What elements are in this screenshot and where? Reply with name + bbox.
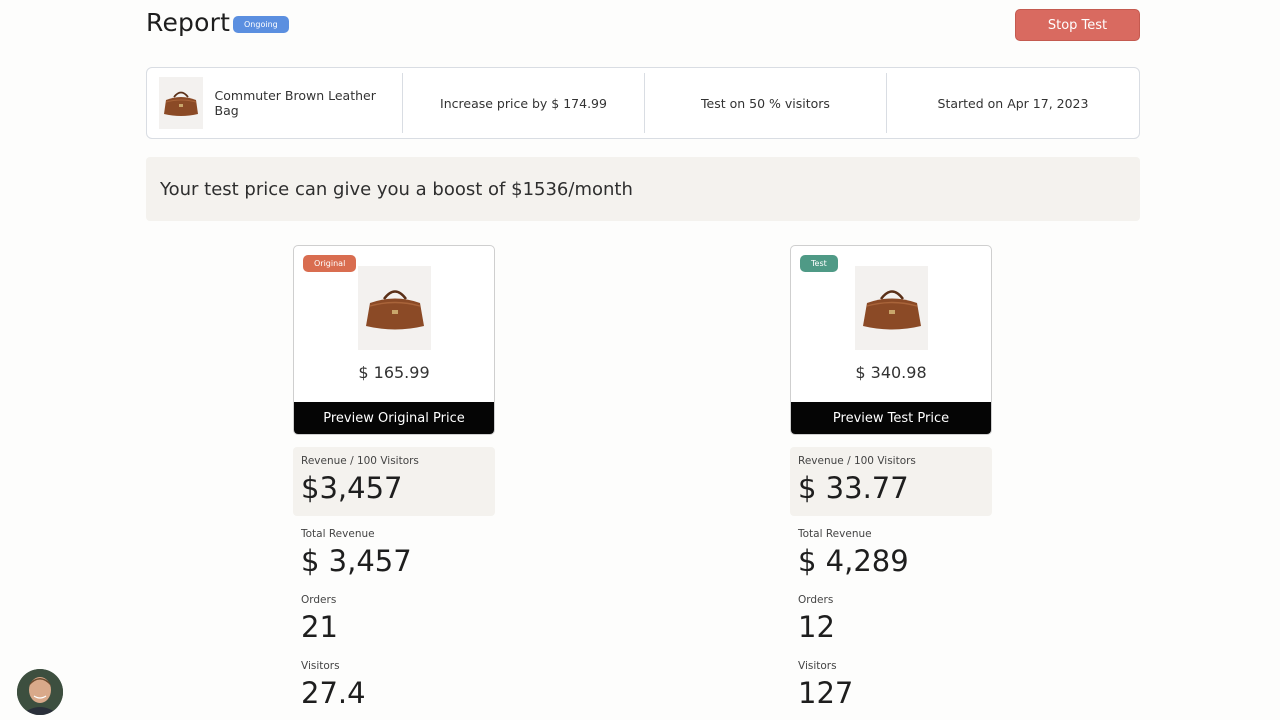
report-page: Report Ongoing Stop Test Commuter Brown …: [0, 0, 1280, 720]
preview-original-price-button[interactable]: Preview Original Price: [294, 402, 494, 434]
metric-label: Visitors: [798, 660, 837, 672]
test-product-image: [855, 266, 928, 350]
metric-label: Orders: [301, 594, 337, 606]
original-visitors: Visitors 27.4: [293, 660, 495, 710]
metric-value: $ 3,457: [301, 544, 412, 578]
summary-start-date: Started on Apr 17, 2023: [886, 73, 1139, 133]
preview-test-price-button[interactable]: Preview Test Price: [791, 402, 991, 434]
metric-label: Orders: [798, 594, 834, 606]
test-orders: Orders 12: [790, 594, 992, 644]
bag-icon: [163, 91, 198, 116]
summary-audience: Test on 50 % visitors: [644, 73, 886, 133]
summary-price-change: Increase price by $ 174.99: [402, 73, 644, 133]
test-visitors: Visitors 127: [790, 660, 992, 710]
metric-value: $ 33.77: [798, 471, 909, 505]
metric-value: 127: [798, 676, 854, 710]
original-tag: Original: [303, 255, 357, 272]
stop-test-button[interactable]: Stop Test: [1015, 9, 1140, 41]
metric-label: Total Revenue: [301, 528, 375, 540]
metric-label: Revenue / 100 Visitors: [301, 455, 419, 467]
metric-value: $ 4,289: [798, 544, 909, 578]
test-variant-column: Test $ 340.98 Preview Test Price Revenue…: [790, 245, 992, 710]
metric-value: 27.4: [301, 676, 366, 710]
test-total-revenue: Total Revenue $ 4,289: [790, 528, 992, 578]
original-product-image: [358, 266, 431, 350]
original-orders: Orders 21: [293, 594, 495, 644]
metric-label: Visitors: [301, 660, 340, 672]
bag-icon: [365, 290, 424, 330]
original-total-revenue: Total Revenue $ 3,457: [293, 528, 495, 578]
summary-product: Commuter Brown Leather Bag: [147, 73, 402, 133]
metric-value: $3,457: [301, 471, 403, 505]
status-badge: Ongoing: [233, 16, 289, 33]
test-price-card: Test $ 340.98 Preview Test Price: [790, 245, 992, 435]
original-price: $ 165.99: [358, 363, 430, 382]
test-tag: Test: [800, 255, 838, 272]
original-revenue-per-100: Revenue / 100 Visitors $3,457: [293, 447, 495, 516]
test-summary-card: Commuter Brown Leather Bag Increase pric…: [146, 67, 1140, 139]
page-title: Report: [146, 8, 231, 37]
product-thumbnail: [159, 77, 203, 129]
test-price: $ 340.98: [855, 363, 927, 382]
user-avatar[interactable]: [17, 669, 63, 715]
summary-product-name: Commuter Brown Leather Bag: [214, 88, 376, 118]
test-revenue-per-100: Revenue / 100 Visitors $ 33.77: [790, 447, 992, 516]
metric-label: Total Revenue: [798, 528, 872, 540]
original-price-card: Original $ 165.99 Preview Original Price: [293, 245, 495, 435]
metric-value: 21: [301, 610, 338, 644]
original-variant-column: Original $ 165.99 Preview Original Price…: [293, 245, 495, 710]
boost-banner: Your test price can give you a boost of …: [146, 157, 1140, 221]
metric-value: 12: [798, 610, 835, 644]
bag-icon: [862, 290, 921, 330]
avatar-icon: [17, 669, 63, 715]
metric-label: Revenue / 100 Visitors: [798, 455, 916, 467]
